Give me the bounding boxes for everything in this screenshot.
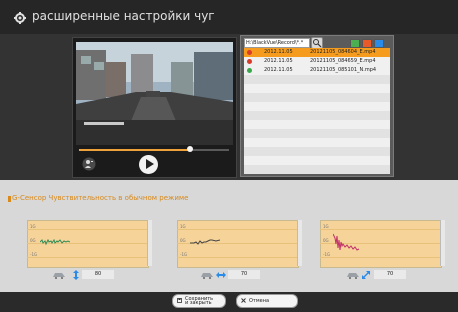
axis-label: 1G xyxy=(180,224,186,229)
cancel-button[interactable]: Отмена xyxy=(236,294,298,308)
car-icon xyxy=(347,273,359,279)
empty-row xyxy=(244,111,390,120)
gsensor-trace-horizontal xyxy=(190,239,220,245)
gsensor-title: G-Сенсор Чувствительность в обычном режи… xyxy=(12,194,189,202)
save-button-label: Сохранить и закрыть xyxy=(185,296,214,306)
axis-label: 0G xyxy=(323,238,329,243)
empty-row xyxy=(244,93,390,102)
filter-parking-icon[interactable] xyxy=(374,39,384,48)
gsensor-trace-vertical xyxy=(40,238,70,246)
empty-row xyxy=(244,138,390,147)
file-date: 2012.11.05 xyxy=(264,58,293,64)
progress-handle[interactable] xyxy=(187,146,193,152)
empty-row xyxy=(244,120,390,129)
empty-row xyxy=(244,84,390,93)
grid-line xyxy=(177,257,297,258)
empty-row xyxy=(244,75,390,84)
chart-scrollbar[interactable] xyxy=(147,220,152,266)
list-item[interactable]: 2012.11.05 20121105_084659_E.mp4 xyxy=(244,57,390,66)
file-name: 20121105_085101_N.mp4 xyxy=(310,67,377,73)
sensitivity-value-diagonal[interactable]: 70 xyxy=(374,270,406,279)
axis-label: 1G xyxy=(323,224,329,229)
event-file-icon xyxy=(247,50,252,55)
gsensor-trace-diagonal xyxy=(333,233,360,251)
file-name: 20121105_084659_E.mp4 xyxy=(310,58,376,64)
axis-label: 0G xyxy=(180,238,186,243)
user-icon[interactable] xyxy=(82,157,96,171)
chart-scrollbar[interactable] xyxy=(440,220,445,266)
path-input[interactable]: H:\BlackVue\Record\*.* xyxy=(244,38,310,48)
normal-file-icon xyxy=(247,68,252,73)
gear-icon xyxy=(14,12,26,24)
section-marker xyxy=(8,196,11,202)
grid-line xyxy=(320,257,440,258)
file-name: 20121105_084604_E.mp4 xyxy=(310,49,376,55)
filter-event-icon[interactable] xyxy=(362,39,372,48)
empty-row xyxy=(244,102,390,111)
file-date: 2012.11.05 xyxy=(264,67,293,73)
axis-label: 0G xyxy=(30,238,36,243)
empty-row xyxy=(244,156,390,165)
list-item[interactable]: 2012.11.05 20121105_084604_E.mp4 xyxy=(244,48,390,57)
axis-label: 1G xyxy=(30,224,36,229)
grid-line xyxy=(177,229,297,230)
arrow-vertical-icon xyxy=(73,270,79,280)
filter-normal-icon[interactable] xyxy=(350,39,360,48)
save-icon xyxy=(177,298,182,303)
file-list: 2012.11.05 20121105_084604_E.mp4 2012.11… xyxy=(244,48,390,174)
arrow-diagonal-icon xyxy=(362,271,370,279)
video-frame[interactable] xyxy=(76,42,233,145)
car-icon xyxy=(53,273,65,279)
play-button[interactable] xyxy=(139,155,158,174)
axis-label: -1G xyxy=(30,252,38,257)
axis-label: -1G xyxy=(323,252,331,257)
settings-window: расширенные настройки чуг H:\BlackVue\Re… xyxy=(0,0,458,312)
grid-line xyxy=(27,229,147,230)
close-icon xyxy=(241,298,246,303)
title-bar: расширенные настройки чуг xyxy=(0,0,458,34)
file-date: 2012.11.05 xyxy=(264,49,293,55)
event-file-icon xyxy=(247,59,252,64)
sensitivity-value-horizontal[interactable]: 70 xyxy=(228,270,260,279)
sensitivity-value-vertical[interactable]: 80 xyxy=(82,270,114,279)
arrow-horizontal-icon xyxy=(216,272,226,278)
window-title: расширенные настройки чуг xyxy=(32,9,215,23)
axis-label: -1G xyxy=(180,252,188,257)
empty-row xyxy=(244,165,390,174)
list-item[interactable]: 2012.11.05 20121105_085101_N.mp4 xyxy=(244,66,390,75)
cancel-button-label: Отмена xyxy=(249,298,270,304)
car-icon xyxy=(201,273,213,279)
chart-scrollbar[interactable] xyxy=(297,220,302,266)
progress-fill xyxy=(79,149,190,151)
grid-line xyxy=(27,257,147,258)
empty-row xyxy=(244,129,390,138)
empty-row xyxy=(244,147,390,156)
save-and-close-button[interactable]: Сохранить и закрыть xyxy=(172,294,226,308)
